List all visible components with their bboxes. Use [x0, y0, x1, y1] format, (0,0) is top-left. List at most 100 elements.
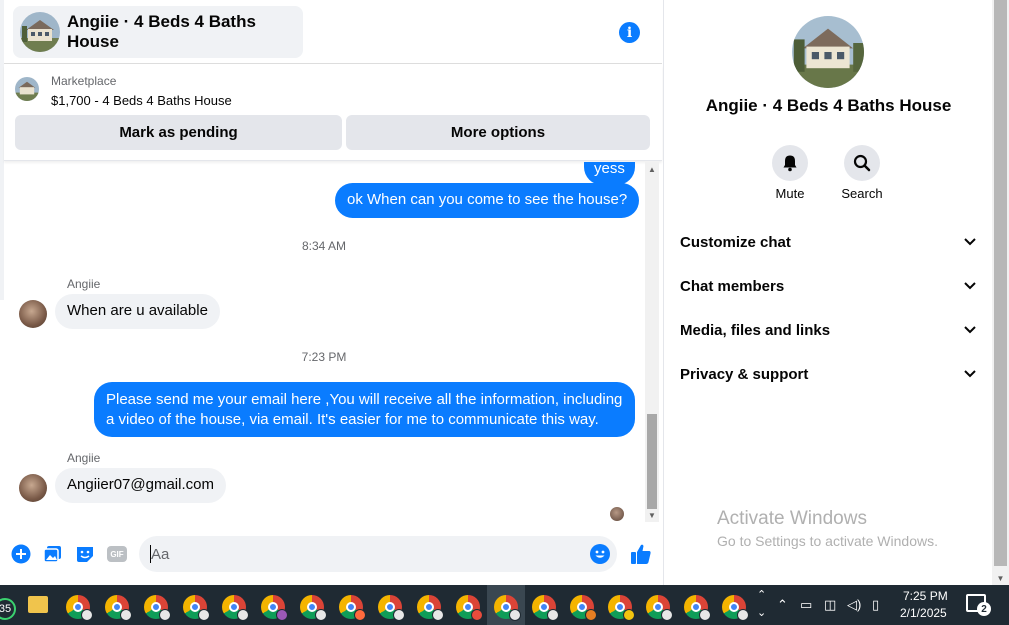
chrome-icon[interactable] — [646, 595, 673, 621]
section-media-files-links[interactable]: Media, files and links — [680, 310, 976, 350]
message-text: yess — [594, 162, 625, 177]
sender-name: Angiie — [67, 451, 101, 465]
message-outgoing[interactable]: Please send me your email here ,You will… — [94, 382, 635, 437]
chrome-icon[interactable] — [532, 595, 559, 621]
activate-windows-subtitle: Go to Settings to activate Windows. — [717, 533, 938, 549]
chrome-icon[interactable] — [105, 595, 132, 621]
message-text: ok When can you come to see the house? — [347, 191, 628, 208]
more-options-button[interactable]: More options — [346, 115, 650, 150]
message-text-line: Please send me your email here ,You will… — [106, 391, 623, 408]
info-icon[interactable]: i — [619, 22, 640, 43]
volume-icon[interactable]: ◁) — [847, 597, 861, 613]
mark-as-pending-button[interactable]: Mark as pending — [15, 115, 342, 150]
chrome-icon[interactable] — [183, 595, 210, 621]
sticker-icon[interactable] — [75, 544, 95, 564]
clock-date[interactable]: 2/1/2025 — [900, 606, 947, 620]
chevron-down-icon — [964, 282, 976, 290]
sender-name: Angiie — [67, 277, 101, 291]
section-privacy-support[interactable]: Privacy & support — [680, 354, 976, 394]
message-incoming[interactable]: When are u available — [55, 294, 220, 329]
clock-time[interactable]: 7:25 PM — [903, 589, 948, 603]
photo-icon[interactable] — [43, 544, 63, 564]
timestamp: 7:23 PM — [301, 350, 347, 364]
mute-label: Mute — [775, 186, 805, 201]
marketplace-label: Marketplace — [51, 74, 117, 88]
taskbar-badge[interactable]: 35 — [0, 598, 16, 620]
section-customize-chat[interactable]: Customize chat — [680, 222, 976, 262]
section-label: Media, files and links — [680, 321, 831, 339]
gif-icon[interactable]: GIF — [107, 544, 127, 564]
info-title: Angiie · 4 Beds 4 Baths House — [705, 96, 952, 115]
chrome-icon[interactable] — [339, 595, 366, 621]
seen-indicator-avatar — [610, 507, 624, 521]
scroll-down-arrow-icon[interactable]: ▼ — [645, 511, 659, 520]
listing-profile-photo[interactable] — [792, 16, 864, 88]
message-input[interactable] — [151, 536, 571, 572]
user-avatar[interactable] — [19, 300, 47, 328]
chrome-icon[interactable] — [456, 595, 483, 621]
chrome-icon[interactable] — [608, 595, 635, 621]
section-label: Customize chat — [680, 233, 791, 251]
scroll-thumb[interactable] — [647, 414, 657, 509]
windows-taskbar: 35 ⌃ ⌄ ⌃ ▭ ◫ ◁) ▯ 7:25 PM 2/1/2025 2 — [0, 585, 1009, 625]
marketplace-banner: Marketplace $1,700 - 4 Beds 4 Baths Hous… — [4, 65, 662, 161]
message-text-line: a video of the house, via email. It's ea… — [106, 411, 599, 428]
bell-icon — [783, 155, 797, 172]
chrome-icon[interactable] — [378, 595, 405, 621]
battery-icon[interactable]: ▭ — [800, 597, 812, 613]
chrome-icon[interactable] — [494, 595, 521, 621]
like-icon[interactable] — [629, 542, 653, 566]
message-input-wrapper[interactable] — [139, 536, 617, 572]
conversation-info-panel: Angiie · 4 Beds 4 Baths House Mute Searc… — [663, 0, 992, 585]
section-label: Privacy & support — [680, 365, 809, 383]
scroll-up-arrow-icon[interactable]: ▲ — [645, 165, 659, 174]
chevron-down-icon — [964, 238, 976, 246]
section-label: Chat members — [680, 277, 785, 295]
emoji-icon[interactable] — [590, 544, 610, 564]
search-label: Search — [841, 186, 883, 201]
activate-windows-title: Activate Windows — [717, 508, 867, 529]
show-hidden-icons-icon[interactable]: ⌃ — [777, 597, 788, 613]
chat-pane: Angiie · 4 Beds 4 Baths House i Marketpl… — [4, 0, 662, 585]
message-scrollbar[interactable]: ▲ ▼ — [645, 162, 659, 522]
message-incoming[interactable]: Angiier07@gmail.com — [55, 468, 226, 503]
search-icon — [853, 154, 871, 172]
chat-header: Angiie · 4 Beds 4 Baths House i — [4, 0, 662, 64]
taskbar-scroll-icon[interactable]: ⌃ ⌄ — [757, 586, 766, 622]
chrome-icon[interactable] — [261, 595, 288, 621]
chrome-icon[interactable] — [570, 595, 597, 621]
search-button[interactable] — [844, 145, 880, 181]
message-text: Angiier07@gmail.com — [67, 476, 214, 493]
message-list: yess ok When can you come to see the hou… — [4, 162, 644, 522]
chrome-icon[interactable] — [66, 595, 93, 621]
listing-avatar — [20, 12, 60, 52]
conversation-title: Angiie · 4 Beds 4 Baths House — [67, 12, 256, 51]
conversation-title-button[interactable]: Angiie · 4 Beds 4 Baths House — [13, 6, 303, 58]
network-icon[interactable]: ▯ — [872, 597, 879, 613]
chrome-icon[interactable] — [300, 595, 327, 621]
page-scrollbar[interactable]: ▼ — [992, 0, 1009, 585]
chrome-icon[interactable] — [684, 595, 711, 621]
timestamp: 8:34 AM — [301, 239, 347, 253]
composer: GIF — [4, 532, 662, 578]
plus-icon[interactable] — [11, 544, 31, 564]
scroll-down-arrow-icon[interactable]: ▼ — [992, 574, 1009, 583]
message-outgoing[interactable]: yess — [584, 162, 635, 185]
chrome-icon[interactable] — [722, 595, 749, 621]
marketplace-thumbnail[interactable] — [15, 77, 39, 101]
message-text: When are u available — [67, 302, 208, 319]
meet-now-icon[interactable]: ◫ — [824, 597, 836, 613]
section-chat-members[interactable]: Chat members — [680, 266, 976, 306]
chrome-icon[interactable] — [417, 595, 444, 621]
mute-button[interactable] — [772, 145, 808, 181]
notification-count: 2 — [977, 602, 991, 616]
message-outgoing[interactable]: ok When can you come to see the house? — [335, 183, 640, 218]
gif-label: GIF — [107, 546, 127, 562]
file-explorer-icon[interactable] — [28, 596, 48, 613]
chevron-down-icon — [964, 326, 976, 334]
listing-title[interactable]: $1,700 - 4 Beds 4 Baths House — [51, 93, 232, 108]
chrome-icon[interactable] — [222, 595, 249, 621]
user-avatar[interactable] — [19, 474, 47, 502]
page-scroll-thumb[interactable] — [994, 0, 1007, 566]
chrome-icon[interactable] — [144, 595, 171, 621]
